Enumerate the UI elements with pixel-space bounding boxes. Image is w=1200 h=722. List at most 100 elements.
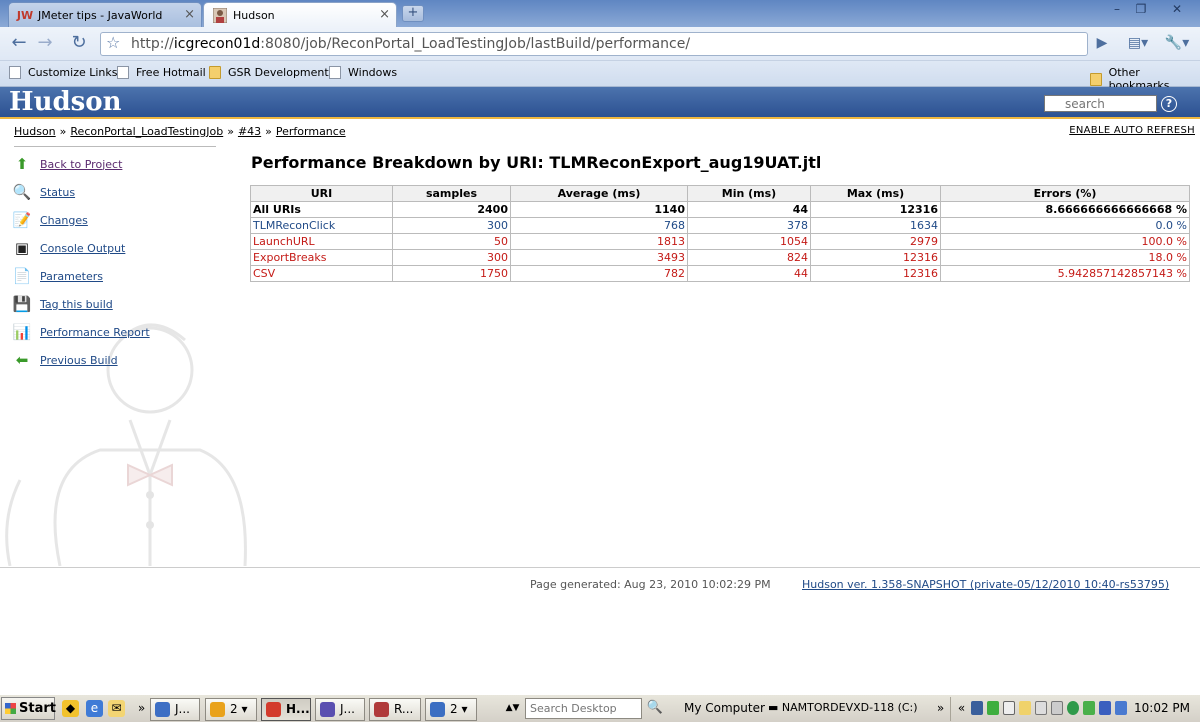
cell-max: 12316	[810, 249, 941, 266]
page-menu-icon[interactable]: ▤▾	[1124, 33, 1152, 55]
cell-errors: 8.666666666666668 %	[940, 201, 1190, 218]
tray-window-icon[interactable]	[1035, 701, 1047, 715]
sidebar-task-performance-report[interactable]: 📊 Performance Report	[11, 321, 150, 343]
taskbar-window-button[interactable]: R...	[369, 698, 421, 721]
sidebar-task-link[interactable]: Performance Report	[40, 326, 150, 339]
sidebar-task-link[interactable]: Status	[40, 186, 75, 199]
minimize-window-icon[interactable]: –	[1106, 2, 1128, 18]
cell-average: 782	[510, 265, 688, 282]
report-icon: 📊	[12, 323, 32, 341]
column-header-samples: samples	[392, 185, 511, 202]
desktop-search-input[interactable]	[525, 698, 642, 719]
taskbar-button-label: H...	[286, 702, 310, 716]
drive-label[interactable]: ▬ NAMTORDEVXD-118 (C:)	[768, 701, 918, 714]
wrench-menu-icon[interactable]: 🔧▾	[1162, 33, 1192, 55]
bookmark-label: GSR Development	[228, 66, 329, 79]
enable-auto-refresh-link[interactable]: ENABLE AUTO REFRESH	[1069, 125, 1195, 136]
sidebar-task-previous-build[interactable]: ⬅ Previous Build	[11, 349, 118, 371]
sidebar-task-changes[interactable]: 📝 Changes	[11, 209, 88, 231]
start-label: Start	[19, 701, 56, 716]
search-input[interactable]	[1044, 95, 1157, 112]
taskbar-window-button[interactable]: 2 ▾	[425, 698, 477, 721]
tray-battery-icon[interactable]	[987, 701, 999, 715]
cell-max: 12316	[810, 265, 941, 282]
new-tab-button[interactable]: +	[402, 5, 424, 22]
quick-launch-mail-icon[interactable]: ✉	[108, 700, 125, 717]
hudson-logo[interactable]: Hudson	[9, 87, 122, 117]
sidebar-divider	[14, 146, 216, 147]
breadcrumb-hudson[interactable]: Hudson	[14, 125, 56, 138]
tray-shield-icon[interactable]	[1099, 701, 1111, 715]
start-button[interactable]: Start	[1, 697, 56, 720]
sidebar-task-link[interactable]: Parameters	[40, 270, 103, 283]
sidebar-task-status[interactable]: 🔍 Status	[11, 181, 75, 203]
desktop-search-icon[interactable]: 🔍	[644, 698, 666, 719]
back-icon[interactable]: ←	[7, 33, 31, 55]
quick-launch-overflow-icon[interactable]: »	[133, 700, 150, 717]
magnifier-icon: 🔍	[12, 183, 32, 201]
bookmark-customize-links[interactable]: Customize Links	[9, 66, 118, 79]
bookmark-windows[interactable]: Windows	[329, 66, 397, 79]
toolbar-overflow-icon[interactable]: »	[932, 700, 949, 717]
tray-notify-icon[interactable]	[1019, 701, 1031, 715]
sidebar-task-back-to-project[interactable]: ⬆ Back to Project	[11, 153, 123, 175]
taskbar-scroll-icon[interactable]: ▲▼	[504, 700, 521, 717]
table-row: LaunchURL 50 1813 1054 2979 100.0 %	[250, 233, 1190, 250]
hudson-avatar-icon	[212, 7, 228, 23]
breadcrumb-build[interactable]: #43	[238, 125, 261, 138]
restore-window-icon[interactable]: ❐	[1130, 2, 1152, 18]
table-row: CSV 1750 782 44 12316 5.942857142857143 %	[250, 265, 1190, 282]
application-icon	[320, 702, 335, 717]
tab-jmeter-tips[interactable]: JW JMeter tips - JavaWorld ×	[8, 2, 202, 27]
tray-sync-icon[interactable]	[1083, 701, 1095, 715]
my-computer-label[interactable]: My Computer	[684, 701, 765, 715]
bookmark-label: Windows	[348, 66, 398, 79]
sidebar-task-console-output[interactable]: ▣ Console Output	[11, 237, 125, 259]
reload-icon[interactable]: ↻	[67, 33, 91, 55]
tray-network-icon[interactable]	[971, 701, 983, 715]
tray-expand-icon[interactable]: «	[953, 700, 970, 717]
sidebar-task-link[interactable]: Tag this build	[40, 298, 113, 311]
breadcrumb-job[interactable]: ReconPortal_LoadTestingJob	[70, 125, 223, 138]
close-window-icon[interactable]: ✕	[1160, 2, 1194, 18]
tray-document-icon[interactable]	[1003, 701, 1015, 715]
sidebar-task-parameters[interactable]: 📄 Parameters	[11, 265, 103, 287]
tray-monitor-icon[interactable]	[1115, 701, 1127, 715]
bookmark-label: Customize Links	[28, 66, 118, 79]
breadcrumb-performance[interactable]: Performance	[276, 125, 346, 138]
cell-min: 1054	[687, 233, 811, 250]
taskbar-window-button[interactable]: H...	[261, 698, 311, 721]
sidebar-task-tag-this-build[interactable]: 💾 Tag this build	[11, 293, 113, 315]
sidebar-task-link[interactable]: Changes	[40, 214, 88, 227]
tray-display-icon[interactable]	[1051, 701, 1063, 715]
tray-security-icon[interactable]	[1067, 701, 1079, 715]
bookmark-star-icon[interactable]: ☆	[106, 33, 120, 52]
go-icon[interactable]: ▶	[1090, 33, 1114, 55]
page-icon	[329, 66, 341, 79]
taskbar-window-button[interactable]: J...	[315, 698, 365, 721]
tab-hudson[interactable]: Hudson ×	[203, 2, 397, 27]
cell-errors: 5.942857142857143 %	[940, 265, 1190, 282]
cell-uri: ExportBreaks	[250, 249, 393, 266]
page-generated-timestamp: Page generated: Aug 23, 2010 10:02:29 PM	[530, 578, 771, 591]
close-tab-icon[interactable]: ×	[184, 7, 195, 22]
sidebar-task-link[interactable]: Console Output	[40, 242, 125, 255]
sidebar-task-link[interactable]: Back to Project	[40, 158, 122, 171]
close-tab-icon[interactable]: ×	[379, 7, 390, 22]
bookmark-free-hotmail[interactable]: Free Hotmail	[117, 66, 206, 79]
taskbar-window-button[interactable]: 2 ▾	[205, 698, 257, 721]
breadcrumb-separator: »	[265, 125, 272, 138]
address-bar[interactable]: http://icgrecon01d:8080/job/ReconPortal_…	[100, 32, 1088, 56]
url-path: :8080/job/ReconPortal_LoadTestingJob/las…	[260, 36, 691, 52]
application-icon	[374, 702, 389, 717]
quick-launch-shortcut-icon[interactable]: ◆	[62, 700, 79, 717]
forward-icon[interactable]: →	[33, 33, 57, 55]
taskbar-window-button[interactable]: J...	[150, 698, 200, 721]
bookmark-gsr-development[interactable]: GSR Development	[209, 66, 329, 79]
hudson-version-link[interactable]: Hudson ver. 1.358-SNAPSHOT (private-05/1…	[802, 578, 1169, 591]
taskbar-button-label: R...	[394, 702, 414, 716]
help-icon[interactable]: ?	[1161, 96, 1177, 112]
internet-explorer-icon[interactable]: e	[86, 700, 103, 717]
sidebar-task-link[interactable]: Previous Build	[40, 354, 118, 367]
terminal-icon: ▣	[14, 239, 30, 257]
